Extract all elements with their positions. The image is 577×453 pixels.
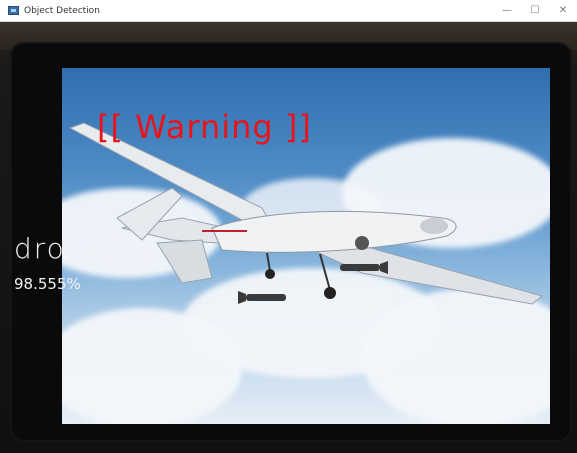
- app-window: Object Detection — ☐ ✕ [[Warning]] dro…: [0, 0, 577, 453]
- window-title: Object Detection: [24, 5, 100, 16]
- warning-banner: [[ Warning ]]: [97, 108, 312, 146]
- detection-class-label: drone: [14, 232, 105, 265]
- app-window-icon: [8, 6, 19, 15]
- window-controls: — ☐ ✕: [493, 0, 577, 21]
- minimize-icon[interactable]: —: [493, 0, 521, 21]
- maximize-icon[interactable]: ☐: [521, 0, 549, 21]
- camera-feed: [[ Warning ]] drone 98.555%: [0, 22, 577, 453]
- title-bar[interactable]: Object Detection — ☐ ✕: [0, 0, 577, 22]
- detection-confidence: 98.555%: [14, 275, 81, 293]
- close-icon[interactable]: ✕: [549, 0, 577, 21]
